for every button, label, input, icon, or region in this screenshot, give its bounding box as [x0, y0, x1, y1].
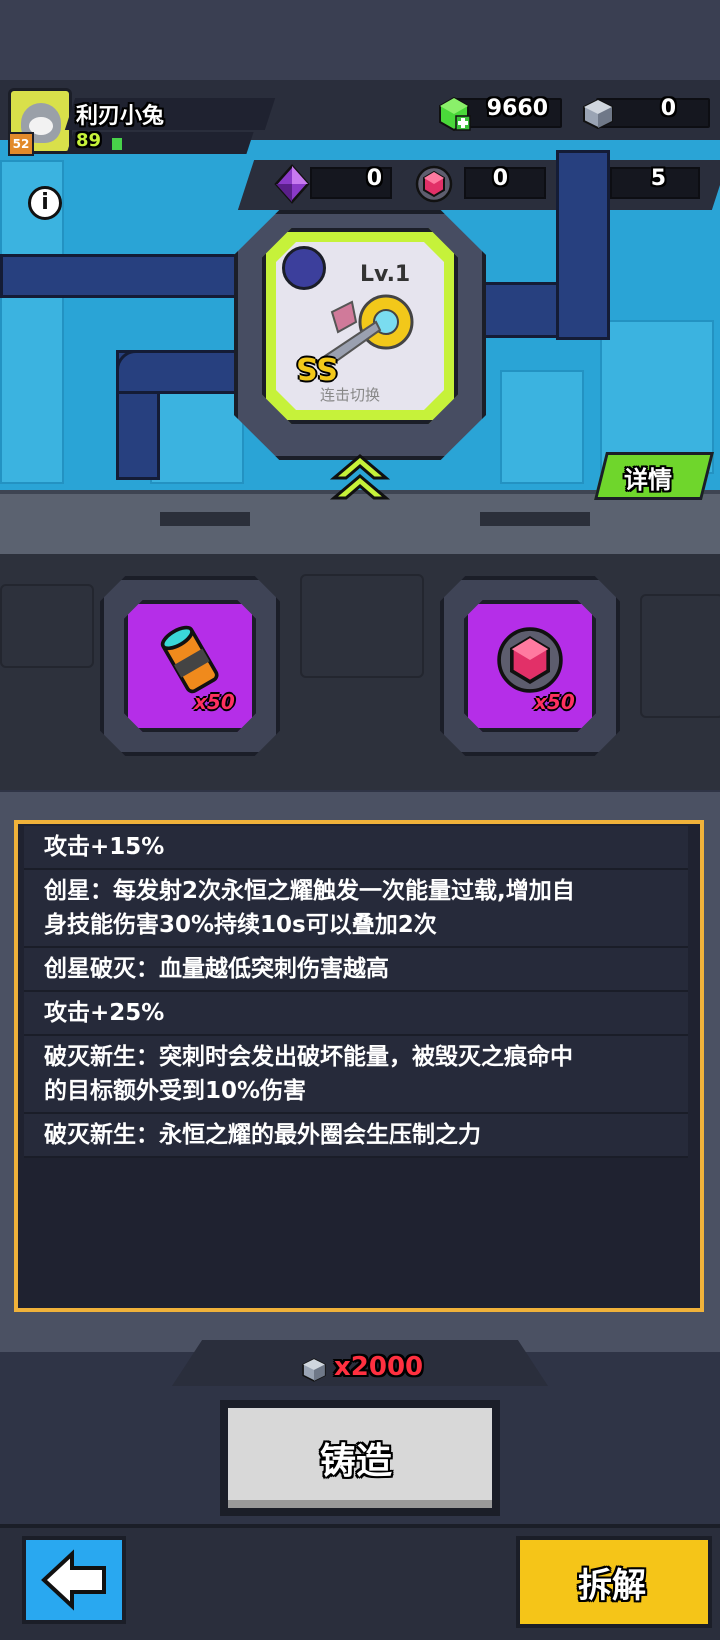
- forge-label: 铸造: [320, 1441, 393, 1482]
- level-progress: [112, 138, 122, 150]
- attribute-line: 攻击+25%: [24, 992, 688, 1036]
- core-value: 0: [492, 166, 508, 191]
- pipe-right-vertical: [556, 150, 610, 340]
- top-band: [0, 0, 720, 80]
- purple-crystal-icon: [274, 164, 310, 204]
- forge-cost: x2000: [334, 1352, 424, 1382]
- crystal-value: 0: [366, 166, 382, 191]
- green-gem-plus-icon[interactable]: [436, 96, 472, 132]
- canister-value: 5: [650, 166, 666, 191]
- pipe-left-elbow: [116, 350, 246, 394]
- pipe-left: [0, 254, 240, 298]
- player-level: 89: [76, 130, 102, 151]
- attribute-line: 创星破灭：血量越低突刺伤害越高: [24, 948, 688, 992]
- avatar-badge: 52: [8, 132, 34, 156]
- back-button[interactable]: [22, 1536, 126, 1624]
- attribute-line: 创星：每发射2次永恒之耀触发一次能量过载,增加自 身技能伤害30%持续10s可以叠…: [24, 870, 688, 948]
- attribute-line: 破灭新生：永恒之耀的最外圈会生压制之力: [24, 1114, 688, 1158]
- ore-cube-icon: [302, 1358, 326, 1382]
- canister-icon: [160, 625, 219, 694]
- weapon-grade: SS: [296, 350, 338, 385]
- weapon-caption: 连击切换: [320, 386, 381, 404]
- dismantle-label: 拆解: [578, 1566, 646, 1606]
- material-slot-1-count: x50: [194, 690, 235, 714]
- material-slot-2-count: x50: [534, 690, 575, 714]
- attribute-line: 攻击+15%: [24, 826, 688, 870]
- upgrade-arrow-icon: [330, 454, 390, 500]
- red-core-icon: [415, 165, 453, 203]
- detail-label: 详情: [624, 466, 672, 494]
- skill-badge-icon: [282, 246, 326, 290]
- core-icon: [497, 627, 563, 693]
- arrow-left-icon: [41, 1549, 106, 1611]
- info-button[interactable]: i: [28, 186, 62, 220]
- ore-cube-icon: [583, 98, 613, 130]
- player-name: 利刃小兔: [76, 104, 165, 129]
- weapon-level: Lv.1: [360, 262, 411, 287]
- attribute-line: 破灭新生：突刺时会发出破坏能量，被毁灭之痕命中 的目标额外受到10%伤害: [24, 1036, 688, 1114]
